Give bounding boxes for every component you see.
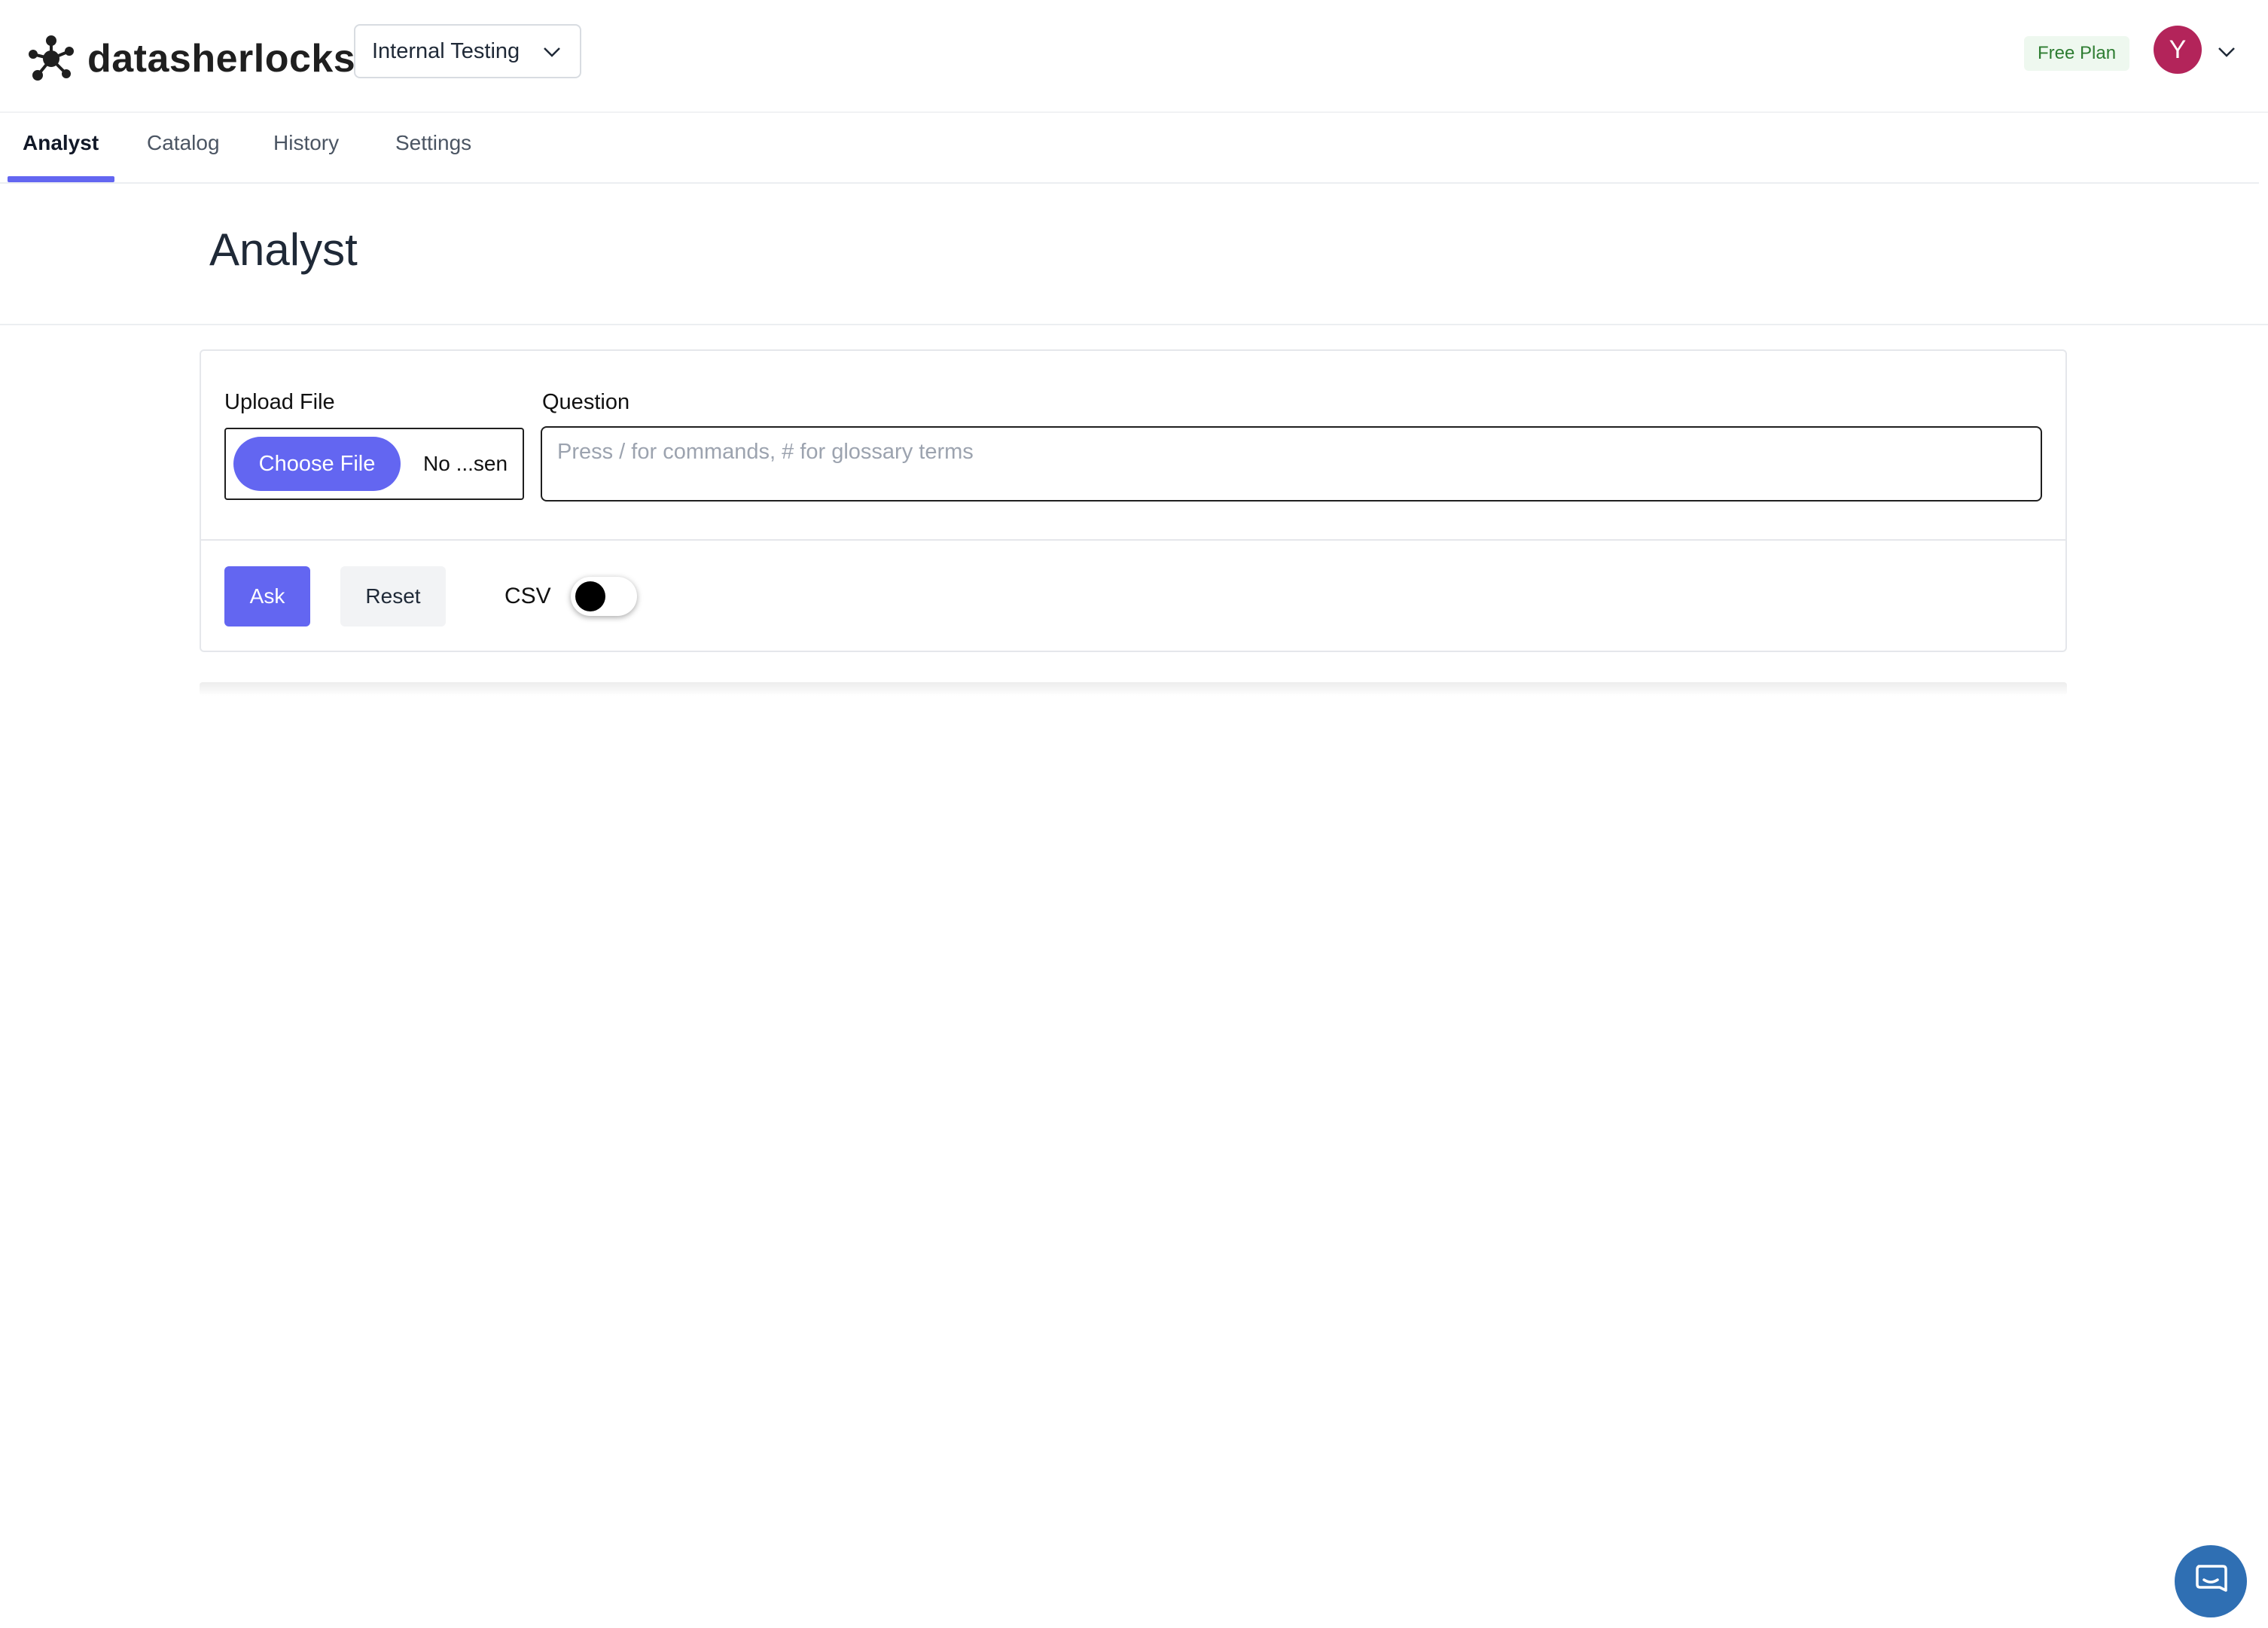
- query-actions-bar: [200, 541, 2067, 652]
- reset-button[interactable]: Reset: [340, 566, 446, 627]
- top-bar: datasherlocks Internal Testing Free Plan…: [0, 0, 2268, 113]
- csv-label: CSV: [505, 584, 551, 608]
- active-tab-indicator: [8, 176, 114, 182]
- csv-toggle[interactable]: [571, 577, 637, 616]
- main-tabs: Analyst Catalog History Settings: [0, 113, 2259, 184]
- brand-logo[interactable]: datasherlocks: [27, 35, 355, 83]
- plan-badge: Free Plan: [2024, 36, 2130, 71]
- tab-catalog[interactable]: Catalog: [147, 128, 220, 184]
- card-shadow: [200, 682, 2067, 696]
- org-selector[interactable]: Internal Testing: [354, 24, 581, 78]
- tab-settings[interactable]: Settings: [395, 128, 471, 184]
- page-divider: [0, 324, 2268, 325]
- brand-name: datasherlocks: [87, 37, 356, 81]
- tab-analyst[interactable]: Analyst: [23, 128, 99, 184]
- file-upload-field[interactable]: Choose File No ...sen: [224, 428, 524, 500]
- account-menu-chevron-icon[interactable]: [2217, 42, 2236, 66]
- chat-launcher-button[interactable]: [2175, 1545, 2247, 1617]
- avatar[interactable]: Y: [2154, 26, 2202, 74]
- chat-bubble-icon: [2193, 1562, 2229, 1602]
- chevron-down-icon: [542, 42, 562, 68]
- ask-button[interactable]: Ask: [224, 566, 310, 627]
- csv-toggle-knob: [575, 581, 605, 611]
- question-input[interactable]: [541, 426, 2042, 502]
- page-title: Analyst: [209, 224, 358, 275]
- choose-file-button[interactable]: Choose File: [233, 437, 401, 491]
- org-selector-value: Internal Testing: [372, 38, 520, 63]
- tab-history[interactable]: History: [273, 128, 339, 184]
- network-nodes-icon: [27, 35, 75, 83]
- question-label: Question: [542, 390, 630, 414]
- upload-file-label: Upload File: [224, 390, 335, 414]
- file-status-text: No ...sen: [423, 452, 508, 475]
